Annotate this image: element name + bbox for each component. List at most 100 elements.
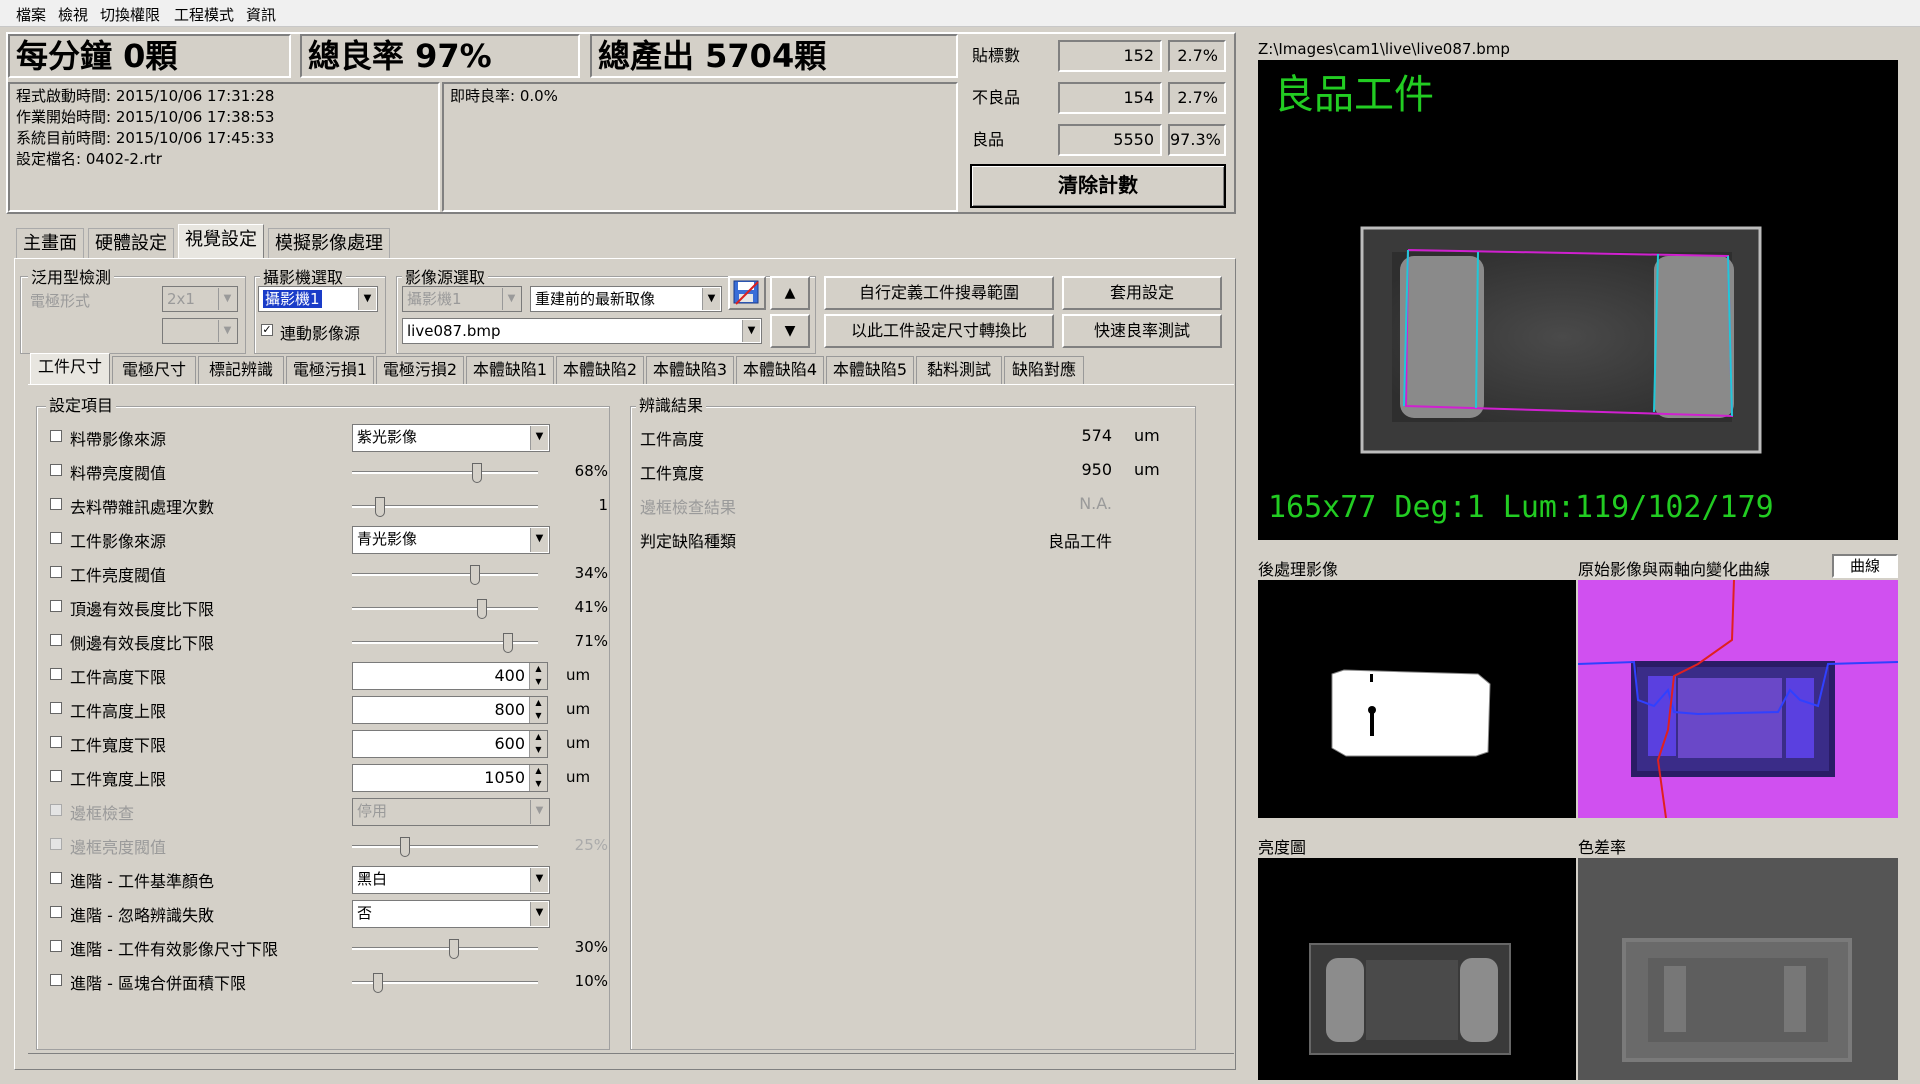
subtab-electrode-size[interactable]: 電極尺寸: [112, 356, 196, 384]
setting-checkbox[interactable]: [50, 566, 62, 578]
setting-checkbox[interactable]: [50, 974, 62, 986]
setting-checkbox[interactable]: [50, 430, 62, 442]
menu-engineering[interactable]: 工程模式: [174, 4, 234, 25]
link-source-checkbox[interactable]: ✓: [261, 324, 273, 336]
tab-vision[interactable]: 視覺設定: [178, 224, 264, 258]
setting-checkbox[interactable]: [50, 634, 62, 646]
menu-file[interactable]: 檔案: [16, 4, 46, 25]
setting-checkbox[interactable]: [50, 736, 62, 748]
setting-row: 進階 - 區塊合併面積下限 10%: [36, 966, 626, 996]
subtab-body-defect-2[interactable]: 本體缺陷2: [556, 356, 644, 384]
result-value: 950: [1081, 460, 1112, 479]
subtab-bar: 工件尺寸 電極尺寸 標記辨識 電極污損1 電極污損2 本體缺陷1 本體缺陷2 本…: [30, 353, 1084, 384]
source-file-select[interactable]: live087.bmp ▼: [402, 318, 762, 344]
per-minute-stat: 每分鐘 0顆: [8, 34, 291, 78]
setting-checkbox[interactable]: [50, 770, 62, 782]
setting-select[interactable]: 紫光影像 ▼: [352, 424, 550, 452]
setting-checkbox[interactable]: [50, 702, 62, 714]
up-button[interactable]: ▲: [770, 276, 810, 310]
down-button[interactable]: ▼: [770, 314, 810, 348]
setting-spinbox[interactable]: 600 ▲ ▼: [352, 730, 548, 758]
result-unit: um: [1134, 460, 1160, 479]
apply-settings-button[interactable]: 套用設定: [1062, 276, 1222, 310]
setting-select[interactable]: 否 ▼: [352, 900, 550, 928]
spin-up-icon[interactable]: ▲: [529, 765, 547, 778]
setting-unit: um: [566, 700, 591, 718]
convert-ratio-button[interactable]: 以此工件設定尺寸轉換比: [824, 314, 1054, 348]
curve-image-view[interactable]: [1578, 580, 1898, 818]
custom-search-range-button[interactable]: 自行定義工件搜尋範圍: [824, 276, 1054, 310]
menu-view[interactable]: 檢視: [58, 4, 88, 25]
setting-select[interactable]: 青光影像 ▼: [352, 526, 550, 554]
clear-count-button[interactable]: 清除計數: [970, 164, 1226, 208]
spin-up-icon[interactable]: ▲: [529, 731, 547, 744]
slider-thumb[interactable]: [375, 497, 385, 517]
setting-slider[interactable]: [352, 497, 538, 517]
tab-hardware[interactable]: 硬體設定: [88, 228, 174, 258]
brightness-image: [1309, 943, 1511, 1055]
setting-slider[interactable]: [352, 973, 538, 993]
quick-yield-test-button[interactable]: 快速良率測試: [1062, 314, 1222, 348]
slider-thumb[interactable]: [470, 565, 480, 585]
setting-checkbox[interactable]: [50, 532, 62, 544]
brightness-image-view[interactable]: [1258, 858, 1576, 1080]
setting-slider[interactable]: [352, 565, 538, 585]
setting-select[interactable]: 黑白 ▼: [352, 866, 550, 894]
setting-slider[interactable]: [352, 463, 538, 483]
slider-thumb[interactable]: [477, 599, 487, 619]
subtab-mark-recognition[interactable]: 標記辨識: [198, 356, 284, 384]
spin-down-icon[interactable]: ▼: [529, 744, 547, 757]
menu-permission[interactable]: 切換權限: [100, 4, 160, 25]
tab-simulation[interactable]: 模擬影像處理: [268, 228, 390, 258]
spin-up-icon[interactable]: ▲: [529, 663, 547, 676]
setting-slider[interactable]: [352, 939, 538, 959]
setting-row: 工件高度上限 800 ▲ ▼ um: [36, 694, 626, 724]
setting-spinbox[interactable]: 800 ▲ ▼: [352, 696, 548, 724]
subtab-work-size[interactable]: 工件尺寸: [30, 353, 110, 384]
setting-checkbox[interactable]: [50, 668, 62, 680]
color-diff-image-view[interactable]: [1578, 858, 1898, 1080]
slider-thumb[interactable]: [503, 633, 513, 653]
subtab-body-defect-4[interactable]: 本體缺陷4: [736, 356, 824, 384]
menu-info[interactable]: 資訊: [246, 4, 276, 25]
curve-button[interactable]: 曲線: [1832, 554, 1898, 578]
setting-spinbox[interactable]: 1050 ▲ ▼: [352, 764, 548, 792]
setting-checkbox[interactable]: [50, 872, 62, 884]
slider-thumb[interactable]: [373, 973, 383, 993]
setting-label: 工件亮度閥值: [70, 566, 167, 585]
setting-checkbox[interactable]: [50, 498, 62, 510]
source-camera-select: 攝影機1 ▼: [402, 286, 522, 312]
camera-select[interactable]: 攝影機1 ▼: [258, 286, 378, 312]
count-value-tag: 152: [1058, 40, 1162, 72]
setting-slider[interactable]: [352, 633, 538, 653]
subtab-body-defect-3[interactable]: 本體缺陷3: [646, 356, 734, 384]
subtab-electrode-stain-1[interactable]: 電極污損1: [286, 356, 374, 384]
setting-spinbox[interactable]: 400 ▲ ▼: [352, 662, 548, 690]
subtab-defect-mapping[interactable]: 缺陷對應: [1004, 356, 1084, 384]
spin-up-icon[interactable]: ▲: [529, 697, 547, 710]
curve-image-label: 原始影像與兩軸向變化曲線: [1578, 560, 1771, 579]
slider-thumb[interactable]: [449, 939, 459, 959]
spin-down-icon[interactable]: ▼: [529, 778, 547, 791]
subtab-paste-test[interactable]: 黏料測試: [916, 356, 1002, 384]
setting-checkbox[interactable]: [50, 600, 62, 612]
setting-slider[interactable]: [352, 599, 538, 619]
subtab-body-defect-5[interactable]: 本體缺陷5: [826, 356, 914, 384]
subtab-body-defect-1[interactable]: 本體缺陷1: [466, 356, 554, 384]
setting-checkbox[interactable]: [50, 464, 62, 476]
source-mode-select[interactable]: 重建前的最新取像 ▼: [530, 286, 722, 312]
setting-select-value: 否: [357, 904, 373, 922]
setting-checkbox[interactable]: [50, 906, 62, 918]
camera-group-title: 攝影機選取: [260, 264, 347, 288]
slider-thumb[interactable]: [472, 463, 482, 483]
subtab-electrode-stain-2[interactable]: 電極污損2: [376, 356, 464, 384]
main-image-view[interactable]: 良品工件 165x77 Deg:1 Lum:119/102/179: [1258, 60, 1898, 540]
setting-select-value: 青光影像: [357, 530, 418, 548]
post-image-view[interactable]: [1258, 580, 1576, 818]
tab-main[interactable]: 主畫面: [16, 228, 84, 258]
save-image-button[interactable]: [728, 276, 766, 310]
spin-down-icon[interactable]: ▼: [529, 710, 547, 723]
setting-checkbox[interactable]: [50, 940, 62, 952]
spin-down-icon[interactable]: ▼: [529, 676, 547, 689]
setting-label: 料帶影像來源: [70, 430, 167, 449]
